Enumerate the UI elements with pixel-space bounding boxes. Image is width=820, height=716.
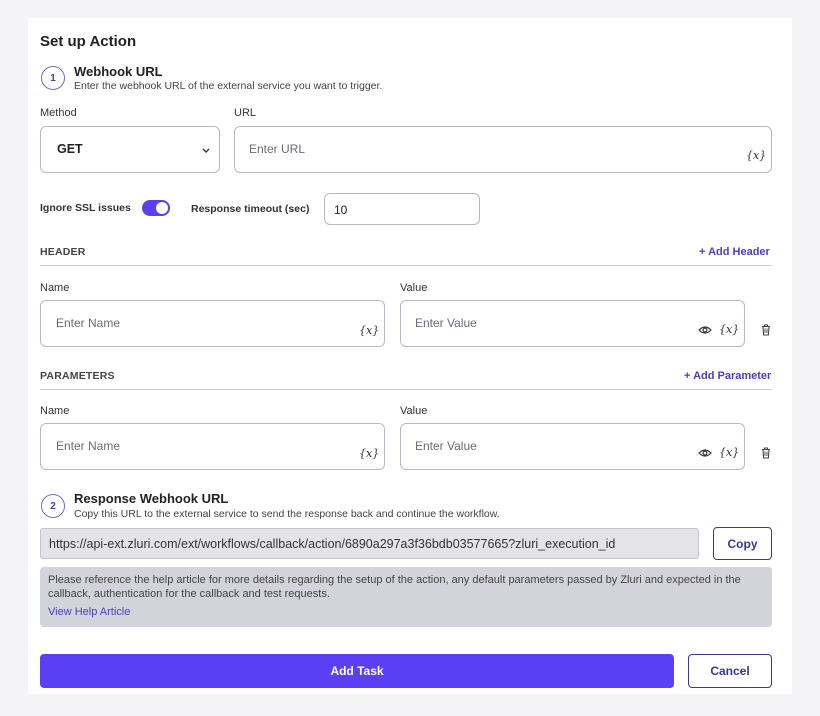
- header-divider: [40, 265, 772, 266]
- page-title: Set up Action: [40, 33, 137, 50]
- header-value-placeholder: Enter Value: [415, 316, 477, 330]
- help-text: Please reference the help article for mo…: [48, 574, 741, 600]
- cancel-button[interactable]: Cancel: [688, 654, 772, 688]
- eye-icon[interactable]: [698, 325, 712, 335]
- method-select[interactable]: GET: [40, 126, 220, 173]
- step-2-subtitle: Copy this URL to the external service to…: [74, 508, 500, 520]
- header-name-input[interactable]: Enter Name {x}: [40, 300, 385, 347]
- variable-icon[interactable]: {x}: [719, 446, 739, 459]
- parameter-name-input[interactable]: Enter Name {x}: [40, 423, 385, 470]
- help-box: Please reference the help article for mo…: [40, 567, 772, 627]
- copy-button[interactable]: Copy: [713, 527, 772, 560]
- variable-icon[interactable]: {x}: [359, 447, 379, 460]
- parameter-name-label: Name: [40, 405, 70, 417]
- trash-icon[interactable]: [761, 324, 771, 336]
- method-value: GET: [57, 142, 83, 156]
- view-help-article-link[interactable]: View Help Article: [48, 606, 130, 618]
- timeout-value: 10: [334, 203, 348, 217]
- ssl-toggle-knob: [156, 202, 168, 214]
- variable-icon[interactable]: {x}: [746, 149, 766, 162]
- parameters-section-label: PARAMETERS: [40, 370, 115, 382]
- url-placeholder: Enter URL: [249, 142, 306, 156]
- variable-icon[interactable]: {x}: [719, 323, 739, 336]
- url-input[interactable]: Enter URL {x}: [234, 126, 772, 173]
- step-1-title: Webhook URL: [74, 64, 163, 79]
- step-1-subtitle: Enter the webhook URL of the external se…: [74, 80, 383, 92]
- url-label: URL: [234, 107, 257, 119]
- header-section-label: HEADER: [40, 246, 86, 258]
- parameter-value-label: Value: [400, 405, 428, 417]
- ssl-toggle[interactable]: [142, 200, 170, 216]
- parameter-value-placeholder: Enter Value: [415, 439, 477, 453]
- trash-icon[interactable]: [761, 447, 771, 459]
- add-parameter-link[interactable]: + Add Parameter: [684, 370, 771, 382]
- variable-icon[interactable]: {x}: [359, 324, 379, 337]
- header-value-input[interactable]: Enter Value {x}: [400, 300, 745, 347]
- step-1-badge: 1: [41, 66, 65, 90]
- callback-url-text: https://api-ext.zluri.com/ext/workflows/…: [49, 537, 616, 551]
- step-2-title: Response Webhook URL: [74, 491, 229, 506]
- method-label: Method: [40, 107, 77, 119]
- parameters-divider: [40, 389, 772, 390]
- add-header-link[interactable]: + Add Header: [699, 246, 770, 258]
- timeout-label: Response timeout (sec): [191, 203, 310, 215]
- add-task-button[interactable]: Add Task: [40, 654, 674, 688]
- eye-icon[interactable]: [698, 448, 712, 458]
- parameter-name-placeholder: Enter Name: [56, 439, 121, 453]
- header-name-label: Name: [40, 282, 70, 294]
- ssl-label: Ignore SSL issues: [40, 202, 131, 214]
- timeout-input[interactable]: 10: [324, 193, 480, 225]
- callback-url-field[interactable]: https://api-ext.zluri.com/ext/workflows/…: [40, 528, 699, 559]
- chevron-down-icon: [202, 148, 210, 153]
- step-2-badge: 2: [41, 494, 65, 518]
- header-name-placeholder: Enter Name: [56, 316, 121, 330]
- header-value-label: Value: [400, 282, 428, 294]
- parameter-value-input[interactable]: Enter Value {x}: [400, 423, 745, 470]
